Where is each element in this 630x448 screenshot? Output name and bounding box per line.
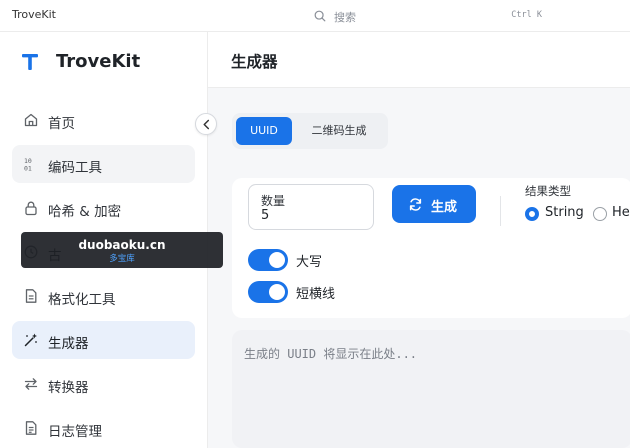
swap-icon <box>24 378 38 390</box>
result-type-string-label[interactable]: String <box>545 205 584 220</box>
search-icon <box>314 10 326 22</box>
count-label: 数量 <box>261 194 286 208</box>
sidebar-item-label: 转换器 <box>48 380 89 396</box>
generator-tabs: UUID 二维码生成 <box>232 113 388 149</box>
sidebar-item-generator[interactable]: 生成器 <box>12 321 195 359</box>
sidebar-item-label: 编码工具 <box>48 160 102 176</box>
brand-name: TroveKit <box>56 51 141 72</box>
watermark-subtext: 多宝库 <box>109 254 135 264</box>
toggle-knob <box>269 252 285 268</box>
sidebar-item-formatter[interactable]: 格式化工具 <box>12 277 195 315</box>
search-box[interactable]: 搜索 Ctrl K <box>303 5 548 27</box>
count-input[interactable]: 数量 5 <box>248 184 374 230</box>
sidebar-item-home[interactable]: 首页 <box>12 101 195 139</box>
result-type-string-radio[interactable] <box>525 207 539 221</box>
output-placeholder: 生成的 UUID 将显示在此处... <box>244 347 418 361</box>
uuid-options-panel: 数量 5 生成 结果类型 String He 大写 短横线 <box>232 178 630 318</box>
document-icon <box>25 289 37 303</box>
hyphen-toggle[interactable] <box>248 281 288 303</box>
watermark-overlay: duobaoku.cn 多宝库 <box>21 232 223 268</box>
sidebar-item-label: 日志管理 <box>48 424 102 440</box>
main-area: 生成器 UUID 二维码生成 数量 5 生成 结果类型 String He 大写… <box>208 32 630 448</box>
title-bar: TroveKit 搜索 Ctrl K <box>0 0 630 32</box>
svg-text:01: 01 <box>24 165 32 173</box>
trovekit-logo-icon <box>22 54 38 70</box>
app-name: TroveKit <box>12 8 56 21</box>
divider <box>500 196 501 226</box>
sidebar-item-label: 格式化工具 <box>48 292 116 308</box>
generate-button-label: 生成 <box>431 200 458 215</box>
sidebar-item-hash[interactable]: 哈希 & 加密 <box>12 189 195 227</box>
count-value: 5 <box>261 208 270 223</box>
uppercase-toggle[interactable] <box>248 249 288 271</box>
page-title: 生成器 <box>231 53 278 71</box>
result-type-label: 结果类型 <box>525 184 571 198</box>
search-placeholder: 搜索 <box>334 11 356 24</box>
chevron-left-icon <box>203 119 210 130</box>
uppercase-label: 大写 <box>296 255 323 270</box>
sidebar-item-encoding[interactable]: 10 01 编码工具 <box>12 145 195 183</box>
tab-uuid[interactable]: UUID <box>236 117 292 145</box>
generate-button[interactable]: 生成 <box>392 185 476 223</box>
result-type-hex-radio[interactable] <box>593 207 607 221</box>
magic-wand-icon <box>24 333 37 347</box>
generator-content: UUID 二维码生成 数量 5 生成 结果类型 String He 大写 短横线… <box>208 88 630 448</box>
watermark-text: duobaoku.cn <box>78 238 166 252</box>
page-header: 生成器 <box>208 32 630 88</box>
lock-icon <box>25 201 37 216</box>
uuid-output-area[interactable]: 生成的 UUID 将显示在此处... <box>232 330 630 448</box>
binary-icon: 10 01 <box>24 157 32 173</box>
hyphen-label: 短横线 <box>296 287 336 302</box>
search-shortcut: Ctrl K <box>511 10 542 20</box>
sidebar-item-label: 生成器 <box>48 336 89 352</box>
sidebar-item-label: 哈希 & 加密 <box>48 204 122 220</box>
refresh-icon <box>409 198 422 211</box>
sidebar-item-label: 首页 <box>48 116 75 132</box>
tab-qrcode[interactable]: 二维码生成 <box>296 117 382 145</box>
log-icon <box>25 421 37 435</box>
sidebar-item-logs[interactable]: 日志管理 <box>12 409 195 447</box>
toggle-knob <box>269 284 285 300</box>
sidebar-item-converter[interactable]: 转换器 <box>12 365 195 403</box>
result-type-hex-label[interactable]: He <box>612 205 630 220</box>
sidebar-collapse-button[interactable] <box>195 113 217 135</box>
home-icon <box>24 113 38 127</box>
